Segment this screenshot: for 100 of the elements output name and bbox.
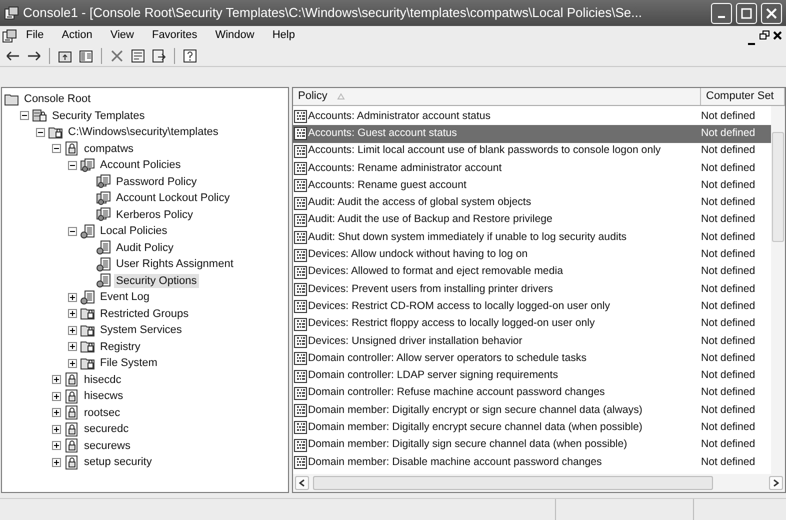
tree-item[interactable]: System Services	[98, 323, 184, 338]
policy-row[interactable]: Devices: Allowed to format and eject removable media Not defined	[293, 264, 771, 281]
tree-item[interactable]: C:\Windows\security\templates	[66, 125, 220, 140]
policy-icon	[96, 190, 111, 206]
policy-name: Devices: Prevent users from installing printer drivers	[308, 282, 553, 297]
column-header[interactable]: Computer Set	[701, 88, 785, 105]
tree-item[interactable]: compatws	[82, 142, 136, 156]
close-icon	[766, 8, 777, 18]
tree-item[interactable]: Password Policy	[114, 174, 199, 189]
policy-setting: Not defined	[700, 247, 756, 262]
expand-toggle[interactable]	[52, 408, 61, 418]
policy-row[interactable]: Accounts: Rename administrator account Not defined	[293, 160, 771, 178]
policy-name: Domain member: Digitally sign secure channel data (when possible)	[308, 437, 628, 452]
expand-toggle[interactable]	[36, 128, 45, 137]
help-button[interactable]	[181, 46, 199, 64]
delete-icon	[109, 48, 125, 64]
expand-toggle[interactable]	[68, 342, 77, 352]
tree-item[interactable]: Console Root	[22, 92, 93, 106]
menu-item[interactable]: File	[17, 27, 53, 44]
policy-row[interactable]: Domain member: Digitally encrypt or sign secure channel data (always) Not defined	[293, 402, 771, 420]
menu-item[interactable]: View	[101, 27, 143, 44]
expand-toggle[interactable]	[68, 226, 77, 236]
close-icon	[772, 30, 783, 41]
export-button[interactable]	[150, 46, 168, 64]
policy-name: Devices: Unsigned driver installation behavior	[308, 334, 522, 349]
export-icon	[151, 48, 167, 64]
policy-name: Accounts: Guest account status	[308, 126, 457, 141]
expand-toggle[interactable]	[68, 309, 77, 318]
expand-toggle[interactable]	[52, 441, 61, 450]
policy-icon	[96, 174, 111, 190]
folder-icon	[4, 92, 19, 107]
close-button[interactable]	[761, 2, 782, 24]
scroll-left-button[interactable]	[295, 476, 309, 490]
locked-document-icon	[64, 141, 79, 156]
tree-item[interactable]: rootsec	[82, 406, 122, 420]
tree-item[interactable]: Account Lockout Policy	[114, 191, 232, 206]
policy-row[interactable]: Accounts: Limit local account use of blank passwords to console logon only Not defined	[293, 142, 771, 160]
policy-row[interactable]: Domain controller: LDAP server signing requirements Not defined	[293, 367, 771, 385]
policy-row[interactable]: Devices: Restrict floppy access to locally logged-on user only Not defined	[293, 316, 771, 333]
menu-item[interactable]: Help	[263, 27, 304, 44]
tree-item[interactable]: Audit Policy	[114, 240, 176, 255]
tree-item[interactable]: hisecws	[82, 389, 126, 404]
tree-item[interactable]: Registry	[98, 340, 142, 354]
expand-toggle[interactable]	[52, 375, 61, 384]
minimize-button[interactable]	[711, 2, 732, 24]
policy-row[interactable]: Accounts: Administrator account status Not defined	[293, 108, 771, 126]
policy-row[interactable]: Domain controller: Allow server operators to schedule tasks Not defined	[293, 350, 771, 368]
policy-row[interactable]: Audit: Audit the use of Backup and Restore privilege Not defined	[293, 212, 771, 230]
tree-item[interactable]: Security Options	[114, 274, 199, 288]
policy-setting: Not defined	[700, 178, 756, 193]
tree-item[interactable]: Event Log	[98, 290, 152, 304]
tree-item[interactable]: Kerberos Policy	[114, 208, 196, 222]
policy-row[interactable]: Audit: Shut down system immediately if unable to log security audits Not defined	[293, 229, 771, 246]
tree-item[interactable]: Restricted Groups	[98, 306, 191, 321]
tree-item[interactable]: File System	[98, 356, 160, 370]
policy-row[interactable]: Domain member: Digitally sign secure channel data (when possible) Not defined	[293, 436, 771, 454]
expand-toggle[interactable]	[52, 458, 61, 467]
policy-row[interactable]: Accounts: Rename guest account Not defined	[293, 177, 771, 194]
column-header[interactable]: Policy	[293, 88, 701, 105]
scroll-right-button[interactable]	[769, 476, 783, 490]
menu-item[interactable]: Action	[52, 27, 102, 44]
expand-toggle[interactable]	[68, 160, 77, 170]
tree-item[interactable]: Security Templates	[50, 108, 147, 123]
policy-row[interactable]: Devices: Prevent users from installing printer drivers Not defined	[293, 280, 771, 298]
expand-toggle[interactable]	[68, 292, 77, 302]
expand-toggle[interactable]	[68, 326, 77, 335]
policy-row[interactable]: Devices: Allow undock without having to log on Not defined	[293, 246, 771, 264]
policy-row[interactable]: Domain controller: Refuse machine account password changes Not defined	[293, 384, 771, 402]
policy-row[interactable]: Devices: Restrict CD-ROM access to locally logged-on user only Not defined	[293, 298, 771, 316]
menu-item[interactable]: Favorites	[142, 27, 206, 44]
locked-folder-icon	[80, 322, 95, 338]
policy-row[interactable]: Audit: Audit the access of global system objects Not defined	[293, 194, 771, 212]
menu-item[interactable]: Window	[206, 27, 264, 44]
tree-item[interactable]: hisecdc	[82, 372, 124, 387]
expand-toggle[interactable]	[68, 358, 77, 368]
horizontal-scrollbar[interactable]	[293, 474, 785, 492]
plus-icon	[69, 360, 76, 367]
policy-row[interactable]: Devices: Unsigned driver installation behavior Not defined	[293, 332, 771, 350]
policy-setting: Not defined	[700, 437, 756, 452]
policy-row[interactable]: Accounts: Guest account status Not defined	[293, 125, 771, 143]
locked-folder-icon	[80, 306, 95, 322]
policy-row[interactable]: Domain member: Digitally encrypt secure channel data (when possible) Not defined	[293, 419, 771, 437]
policy-icon	[96, 273, 111, 288]
tree-item[interactable]: Account Policies	[98, 158, 183, 172]
properties-button[interactable]	[129, 46, 147, 64]
tree-item[interactable]: securews	[82, 438, 132, 453]
tree-item[interactable]: User Rights Assignment	[114, 257, 236, 272]
tree-item[interactable]: setup security	[82, 455, 154, 470]
policy-setting: Not defined	[700, 282, 756, 297]
expand-toggle[interactable]	[20, 111, 29, 120]
policy-row[interactable]: Domain member: Disable machine account password changes Not defined	[293, 454, 771, 472]
tree-item[interactable]: securedc	[82, 422, 131, 436]
policy-setting: Not defined	[700, 420, 756, 436]
maximize-button[interactable]	[736, 2, 757, 24]
expand-toggle[interactable]	[52, 144, 61, 154]
vertical-scrollbar[interactable]	[771, 106, 785, 474]
tree-item[interactable]: Local Policies	[98, 224, 170, 238]
expand-toggle[interactable]	[52, 392, 61, 401]
expand-toggle[interactable]	[52, 424, 61, 434]
locked-document-icon	[64, 422, 79, 437]
